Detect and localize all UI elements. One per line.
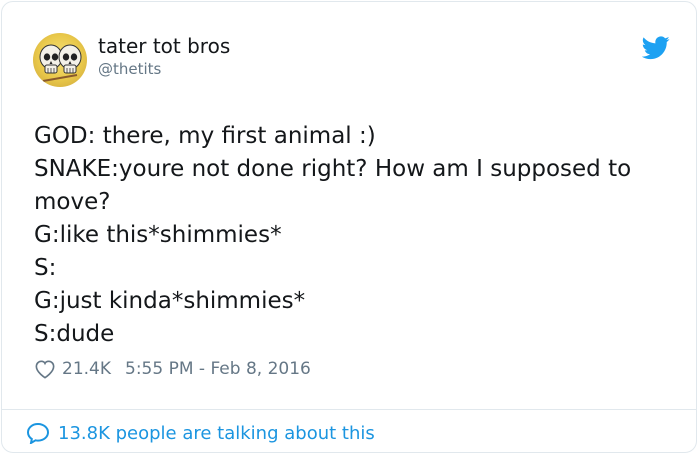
tweet-timestamp[interactable]: 5:55 PM - Feb 8, 2016 <box>125 359 311 379</box>
speech-bubble-icon <box>26 422 50 444</box>
tweet-card: tater tot bros @thetits GOD: there, my f… <box>1 1 697 453</box>
tweet-line: S: <box>34 255 57 281</box>
conversation-link[interactable]: 13.8K people are talking about this <box>26 420 375 446</box>
tweet-line: G:just kinda*shimmies* <box>34 288 306 314</box>
twitter-bird-icon[interactable] <box>642 36 670 60</box>
tweet-line: SNAKE:youre not done right? How am I sup… <box>34 156 632 182</box>
tweet-text: GOD: there, my first animal :) SNAKE:you… <box>34 120 674 351</box>
skull-icon <box>39 44 82 82</box>
tweet-line: move? <box>34 189 111 215</box>
divider <box>2 409 696 410</box>
tweet-line: G:like this*shimmies* <box>34 222 282 248</box>
tweet-line: GOD: there, my first animal :) <box>34 123 376 149</box>
conversation-label[interactable]: 13.8K people are talking about this <box>58 423 375 444</box>
tweet-meta: 21.4K 5:55 PM - Feb 8, 2016 <box>34 357 311 381</box>
tweet-line: S:dude <box>34 321 115 347</box>
author-handle[interactable]: @thetits <box>98 60 161 78</box>
avatar[interactable] <box>33 33 87 87</box>
heart-icon[interactable] <box>34 359 56 379</box>
like-count[interactable]: 21.4K <box>62 359 111 379</box>
author-display-name[interactable]: tater tot bros <box>98 34 230 58</box>
